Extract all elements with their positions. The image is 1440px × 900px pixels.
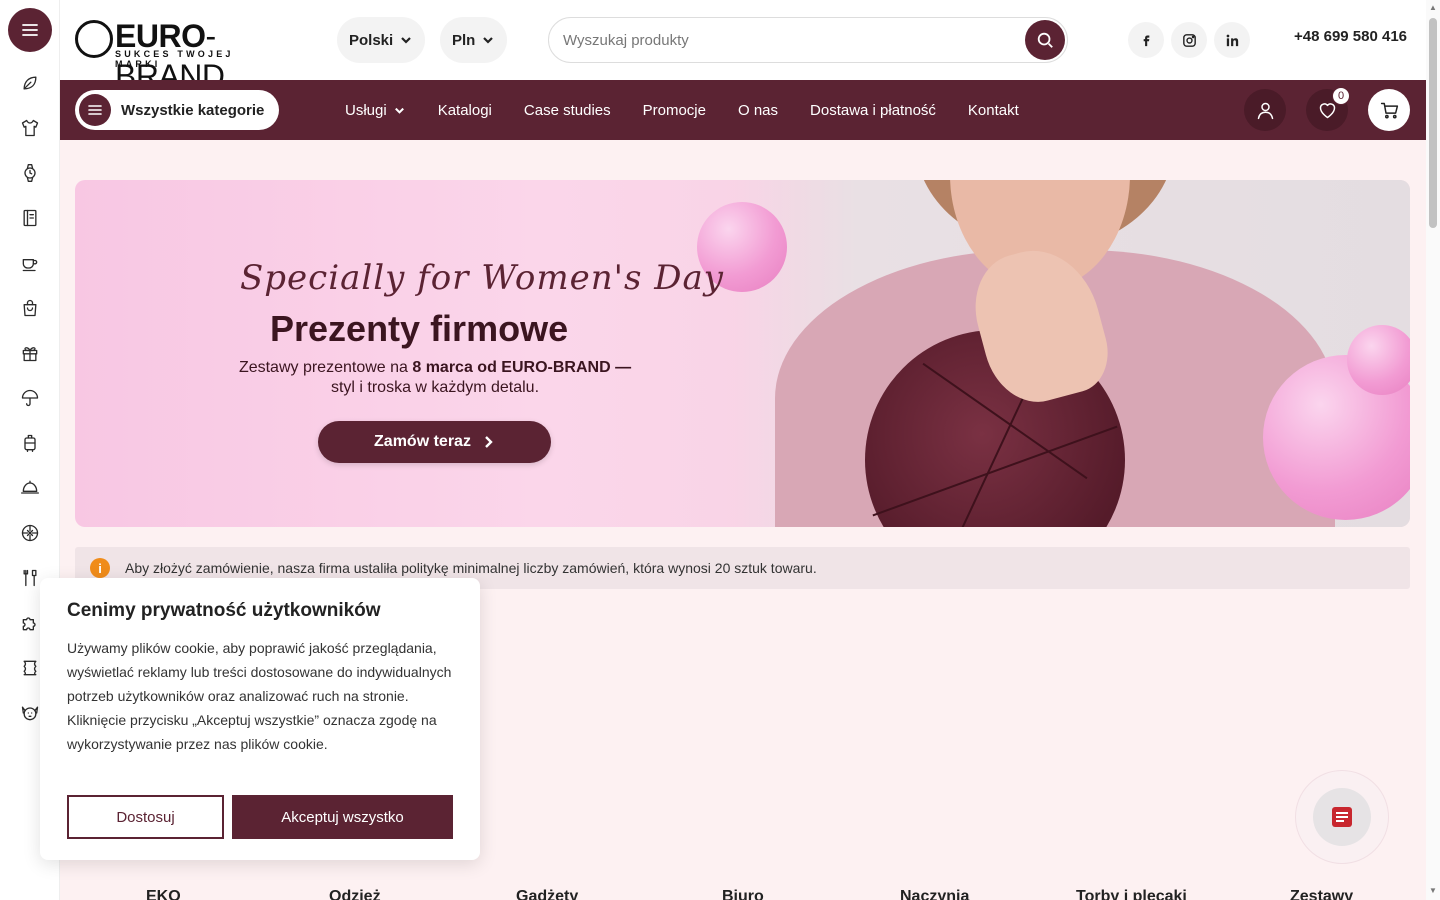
nav-item-uslugi[interactable]: Usługi bbox=[345, 102, 406, 119]
cookie-consent-dialog: Cenimy prywatność użytkowników Używamy p… bbox=[40, 578, 480, 860]
nav-item-kontakt[interactable]: Kontakt bbox=[968, 102, 1019, 119]
watch-icon[interactable] bbox=[18, 161, 42, 185]
account-button[interactable] bbox=[1244, 89, 1286, 131]
shopping-bag-icon[interactable] bbox=[18, 296, 42, 320]
nav-item-promocje[interactable]: Promocje bbox=[643, 102, 706, 119]
order-now-button[interactable]: Zamów teraz bbox=[318, 421, 551, 463]
cart-icon bbox=[1380, 102, 1398, 119]
category-zestawy[interactable]: Zestawy bbox=[1290, 888, 1353, 900]
floating-catalog-button[interactable] bbox=[1313, 788, 1371, 846]
scrollbar-thumb[interactable] bbox=[1429, 18, 1437, 228]
top-header: EURO-BRAND SUKCES TWOJEJ MARKI Polski Pl… bbox=[60, 0, 1426, 94]
euro-brand-logo[interactable]: EURO-BRAND SUKCES TWOJEJ MARKI bbox=[75, 16, 280, 94]
instagram-link[interactable] bbox=[1171, 22, 1207, 58]
currency-select[interactable]: Pln bbox=[440, 17, 508, 63]
hero-subtitle-line2: styl i troska w każdym detalu. bbox=[330, 379, 540, 396]
nav-links: Usługi Katalogi Case studies Promocje O … bbox=[345, 80, 1019, 140]
hero-subtitle-bold: 8 marca od EURO-BRAND — bbox=[412, 359, 632, 376]
document-icon bbox=[1332, 807, 1352, 827]
tools-icon[interactable] bbox=[18, 566, 42, 590]
currency-value: Pln bbox=[452, 31, 476, 49]
cookie-title: Cenimy prywatność użytkowników bbox=[67, 600, 381, 621]
umbrella-icon[interactable] bbox=[18, 386, 42, 410]
hero-subtitle-part: Zestawy prezentowe na bbox=[238, 359, 413, 376]
chevron-right-icon bbox=[485, 436, 493, 448]
chevron-down-icon bbox=[394, 107, 404, 114]
hamburger-icon bbox=[22, 24, 38, 36]
category-eko[interactable]: EKO bbox=[146, 888, 181, 900]
hero-banner[interactable]: Specially for Women's Day Prezenty firmo… bbox=[75, 180, 1410, 527]
info-icon: i bbox=[90, 558, 110, 578]
wishlist-button[interactable]: 0 bbox=[1306, 87, 1350, 131]
main-navigation: Wszystkie kategorie Usługi Katalogi Case… bbox=[60, 80, 1426, 140]
hamburger-icon bbox=[79, 94, 111, 126]
chevron-down-icon bbox=[401, 37, 411, 44]
search-icon bbox=[1037, 32, 1053, 48]
ball-icon[interactable] bbox=[18, 521, 42, 545]
dog-icon[interactable] bbox=[18, 701, 42, 725]
all-categories-button[interactable]: Wszystkie kategorie bbox=[75, 90, 279, 130]
hero-title: Prezenty firmowe bbox=[270, 308, 569, 349]
facebook-icon bbox=[1143, 35, 1149, 46]
hero-kicker: Specially for Women's Day bbox=[240, 258, 724, 298]
search-input[interactable] bbox=[563, 18, 1013, 62]
decor-bubble bbox=[1347, 325, 1410, 395]
facebook-link[interactable] bbox=[1128, 22, 1164, 58]
order-now-label: Zamów teraz bbox=[374, 433, 471, 450]
category-biuro[interactable]: Biuro bbox=[722, 888, 764, 900]
scroll-up-arrow[interactable]: ▲ bbox=[1428, 3, 1438, 13]
phone-number[interactable]: +48 699 580 416 bbox=[1294, 28, 1407, 45]
shirt-icon[interactable] bbox=[18, 116, 42, 140]
product-search bbox=[548, 17, 1068, 63]
category-naczynia[interactable]: Naczynia bbox=[900, 888, 969, 900]
search-button[interactable] bbox=[1025, 20, 1065, 60]
language-select[interactable]: Polski bbox=[337, 17, 426, 63]
customize-cookies-button[interactable]: Dostosuj bbox=[67, 795, 224, 839]
gift-icon[interactable] bbox=[18, 341, 42, 365]
notebook-icon[interactable] bbox=[18, 206, 42, 230]
sidebar-menu-button[interactable] bbox=[8, 8, 52, 52]
instagram-icon bbox=[1182, 33, 1196, 47]
cap-icon[interactable] bbox=[18, 476, 42, 500]
logo-tagline: SUKCES TWOJEJ MARKI bbox=[115, 49, 234, 69]
wishlist-count-badge: 0 bbox=[1332, 87, 1350, 105]
category-gadzety[interactable]: Gadżety bbox=[516, 888, 578, 900]
notice-text: Aby złożyć zamówienie, nasza firma ustal… bbox=[125, 560, 817, 576]
nav-item-label: Usługi bbox=[345, 101, 387, 119]
all-categories-label: Wszystkie kategorie bbox=[121, 101, 265, 119]
logo-mark bbox=[75, 20, 113, 58]
cart-button[interactable] bbox=[1368, 89, 1410, 131]
suitcase-icon[interactable] bbox=[18, 431, 42, 455]
accept-all-cookies-button[interactable]: Akceptuj wszystko bbox=[232, 795, 453, 839]
puzzle-icon[interactable] bbox=[18, 611, 42, 635]
nav-item-dostawa[interactable]: Dostawa i płatność bbox=[810, 102, 936, 119]
nav-item-o-nas[interactable]: O nas bbox=[738, 102, 778, 119]
category-odziez[interactable]: Odzież bbox=[329, 888, 381, 900]
nav-item-case-studies[interactable]: Case studies bbox=[524, 102, 611, 119]
hero-subtitle: Zestawy prezentowe na 8 marca od EURO-BR… bbox=[225, 358, 645, 398]
nav-item-katalogi[interactable]: Katalogi bbox=[438, 102, 492, 119]
scroll-down-arrow[interactable]: ▼ bbox=[1428, 886, 1438, 896]
linkedin-icon bbox=[1226, 34, 1238, 46]
cookie-text: Używamy plików cookie, aby poprawić jako… bbox=[67, 640, 452, 752]
linkedin-link[interactable] bbox=[1214, 22, 1250, 58]
mug-icon[interactable] bbox=[18, 251, 42, 275]
chevron-down-icon bbox=[483, 37, 494, 44]
category-torby[interactable]: Torby i plecaki bbox=[1076, 888, 1187, 900]
user-icon bbox=[1257, 102, 1273, 119]
language-value: Polski bbox=[349, 31, 394, 49]
leaf-icon[interactable] bbox=[18, 71, 42, 95]
towel-icon[interactable] bbox=[18, 656, 42, 680]
